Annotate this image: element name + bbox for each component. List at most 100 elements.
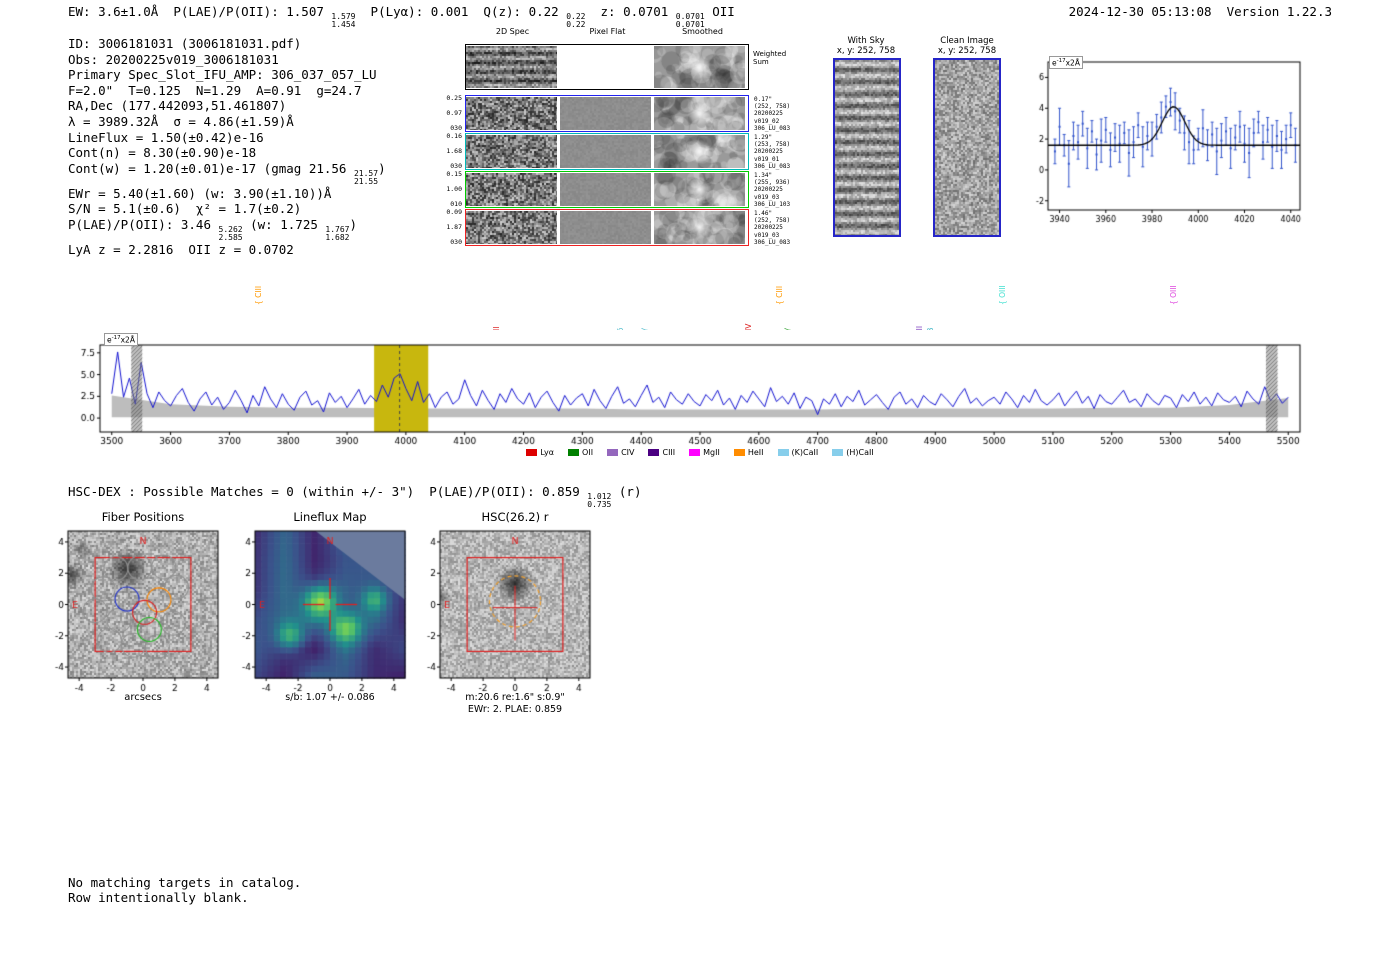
lineflux-map-plot xyxy=(227,524,427,704)
text-segment: ) xyxy=(349,216,358,232)
emission-line-label: { OIII xyxy=(1168,285,1178,305)
info-line: LineFlux = 1.50(±0.42)e-16 xyxy=(68,130,386,146)
exposure-2dspec-image xyxy=(466,97,557,130)
weighted-2dspec-image xyxy=(466,46,557,88)
text-segment: ID: 3006181031 (3006181031.pdf) xyxy=(68,36,302,51)
text-segment: (w: 1.725 xyxy=(242,216,326,232)
exposure-smoothed-image xyxy=(654,211,745,244)
legend-swatch xyxy=(689,449,701,456)
zoom-flux-unit-label: e-17x2Å xyxy=(1049,56,1083,69)
spec2d-exposure-row xyxy=(465,95,749,132)
text-segment: OII xyxy=(704,4,735,19)
legend-item: CIII xyxy=(648,448,675,457)
legend-item: MgII xyxy=(689,448,720,457)
hsc-caption-1: m:20.6 re:1.6" s:0.9" xyxy=(465,692,565,703)
legend-swatch xyxy=(648,449,660,456)
spec2d-row-annotation: 1.29" (253, 758) 20200225 v019_01 306_LU_083 xyxy=(754,134,791,170)
full-spectrum-chart xyxy=(50,330,1350,462)
legend-label: HeII xyxy=(747,448,764,457)
fiber-positions-title: Fiber Positions xyxy=(101,510,185,524)
info-line: EWr = 5.40(±1.60) (w: 3.90(±1.10))Å xyxy=(68,186,386,202)
weighted-smoothed-image xyxy=(654,46,745,88)
legend-label: CIII xyxy=(662,448,676,457)
hi-lo-value: 1.767 1.682 xyxy=(325,224,350,242)
fiber-positions-plot xyxy=(40,524,240,704)
spec2d-row-yticks: 0.09 1.87 030 xyxy=(446,208,462,246)
spec2d-exposure-row xyxy=(465,133,749,170)
exposure-smoothed-image xyxy=(654,97,745,130)
text-segment: EWr = 5.40(±1.60) (w: 3.90(±1.10))Å xyxy=(68,185,332,201)
hsc-caption-2: EWr: 2. PLAE: 0.859 xyxy=(467,704,563,715)
exposure-2dspec-image xyxy=(466,135,557,168)
spec2d-col-header-2dspec: 2D Spec xyxy=(495,27,530,36)
with-sky-coords: x, y: 252, 758 xyxy=(836,46,896,56)
line-fit-chart xyxy=(1030,48,1320,226)
legend-swatch xyxy=(607,449,619,456)
with-sky-image xyxy=(833,58,901,237)
exposure-smoothed-image xyxy=(654,173,745,206)
clean-image xyxy=(933,58,1001,237)
legend-label: OII xyxy=(582,448,594,457)
fiber-xlabel: arcsecs xyxy=(124,692,162,703)
weighted-sum-label: Weighted Sum xyxy=(753,50,787,66)
footer-line-1: No matching targets in catalog. xyxy=(68,875,302,890)
weighted-pixelflat-blank xyxy=(560,46,651,88)
legend-item: Lyα xyxy=(526,448,554,457)
exposure-smoothed-image xyxy=(654,135,745,168)
legend-swatch xyxy=(733,449,745,456)
legend-label: Lyα xyxy=(540,448,555,457)
text-segment: F=2.0" T=0.125 N=1.29 A=0.91 g=24.7 xyxy=(68,82,362,98)
text-segment: z: 0.0701 xyxy=(585,4,676,19)
legend-label: MgII xyxy=(703,448,720,457)
text-segment: Primary Spec_Slot_IFU_AMP: 306_037_057_L… xyxy=(68,67,377,83)
emission-line-label: { CIII xyxy=(253,285,263,305)
clean-image-title: Clean Image xyxy=(940,36,994,46)
hsc-dex-summary-line: HSC-DEX : Possible Matches = 0 (within +… xyxy=(68,484,641,509)
spec2d-row-yticks: 0.15 1.00 010 xyxy=(446,170,462,208)
text-segment: P(Lyα): 0.001 Q(z): 0.22 xyxy=(355,4,567,19)
spec2d-col-header-smoothed: Smoothed xyxy=(682,27,723,36)
text-segment: P(LAE)/P(OII): 3.46 xyxy=(68,216,219,232)
spec2d-row-annotation: 0.17" (252, 758) 20200225 v019_02 306_LU_083 xyxy=(754,96,791,132)
text-segment: LineFlux = 1.50(±0.42)e-16 xyxy=(68,129,264,145)
info-line: Cont(w) = 1.20(±0.01)e-17 (gmag 21.56 21… xyxy=(68,161,386,186)
exposure-pixelflat-image xyxy=(560,173,651,206)
header-timestamp-version: 2024-12-30 05:13:08 Version 1.22.3 xyxy=(1068,4,1332,19)
text-segment: Cont(n) = 8.30(±0.90)e-18 xyxy=(68,145,257,161)
elixer-report-page: EW: 3.6±1.0Å P(LAE)/P(OII): 1.507 1.579 1… xyxy=(0,0,1400,953)
spectrum-legend: Lyα OII CIV CIII MgII HeII (K)CaII (H)CaII xyxy=(100,448,1300,457)
with-sky-title: With Sky xyxy=(847,36,885,46)
text-segment: Cont(w) = 1.20(±0.01)e-17 (gmag 21.56 xyxy=(68,160,354,176)
text-segment: S/N = 5.1(±0.6) χ² = 1.7(±0.2) xyxy=(68,201,302,217)
legend-label: CIV xyxy=(621,448,635,457)
info-line: Cont(n) = 8.30(±0.90)e-18 xyxy=(68,145,386,161)
spec2d-exposure-row xyxy=(465,171,749,208)
detection-info-block: ID: 3006181031 (3006181031.pdf) Obs: 2020… xyxy=(68,36,386,258)
info-line: P(LAE)/P(OII): 3.46 5.262 2.585 (w: 1.725… xyxy=(68,217,386,242)
spec2d-row-annotation: 1.46" (252, 758) 20200225 v019_03 306_LU_083 xyxy=(754,210,791,246)
info-line: ID: 3006181031 (3006181031.pdf) xyxy=(68,36,386,52)
hi-lo-value: 1.012 0.735 xyxy=(587,492,612,509)
legend-item: CIV xyxy=(607,448,634,457)
text-segment: EW: 3.6±1.0Å P(LAE)/P(OII): 1.507 xyxy=(68,4,332,19)
text-segment: HSC-DEX : Possible Matches = 0 (within +… xyxy=(68,484,588,499)
legend-item: (H)CaII xyxy=(832,448,874,457)
legend-label: (K)CaII xyxy=(791,448,819,457)
hsc-cutout-title: HSC(26.2) r xyxy=(481,510,549,524)
text-segment: RA,Dec (177.442093,51.461807) xyxy=(68,98,287,114)
hsc-cutout-plot xyxy=(412,524,612,704)
exposure-2dspec-image xyxy=(466,173,557,206)
text-segment: Obs: 20200225v019_3006181031 xyxy=(68,51,279,67)
lineflux-map-title: Lineflux Map xyxy=(293,510,367,524)
spec2d-row-yticks: 0.25 0.97 030 xyxy=(446,94,462,132)
info-line: λ = 3989.32Å σ = 4.86(±1.59)Å xyxy=(68,114,386,130)
legend-swatch xyxy=(568,449,580,456)
legend-swatch xyxy=(777,449,789,456)
info-line: Primary Spec_Slot_IFU_AMP: 306_037_057_L… xyxy=(68,67,386,83)
emission-line-label: { OIII xyxy=(998,285,1008,305)
spec2d-row-annotation: 1.34" (255, 936) 20200225 v019_03 306_LU_103 xyxy=(754,172,791,208)
legend-swatch xyxy=(832,449,844,456)
header-summary-line: EW: 3.6±1.0Å P(LAE)/P(OII): 1.507 1.579 1… xyxy=(68,4,735,29)
legend-item: HeII xyxy=(733,448,764,457)
clean-image-coords: x, y: 252, 758 xyxy=(937,46,997,56)
